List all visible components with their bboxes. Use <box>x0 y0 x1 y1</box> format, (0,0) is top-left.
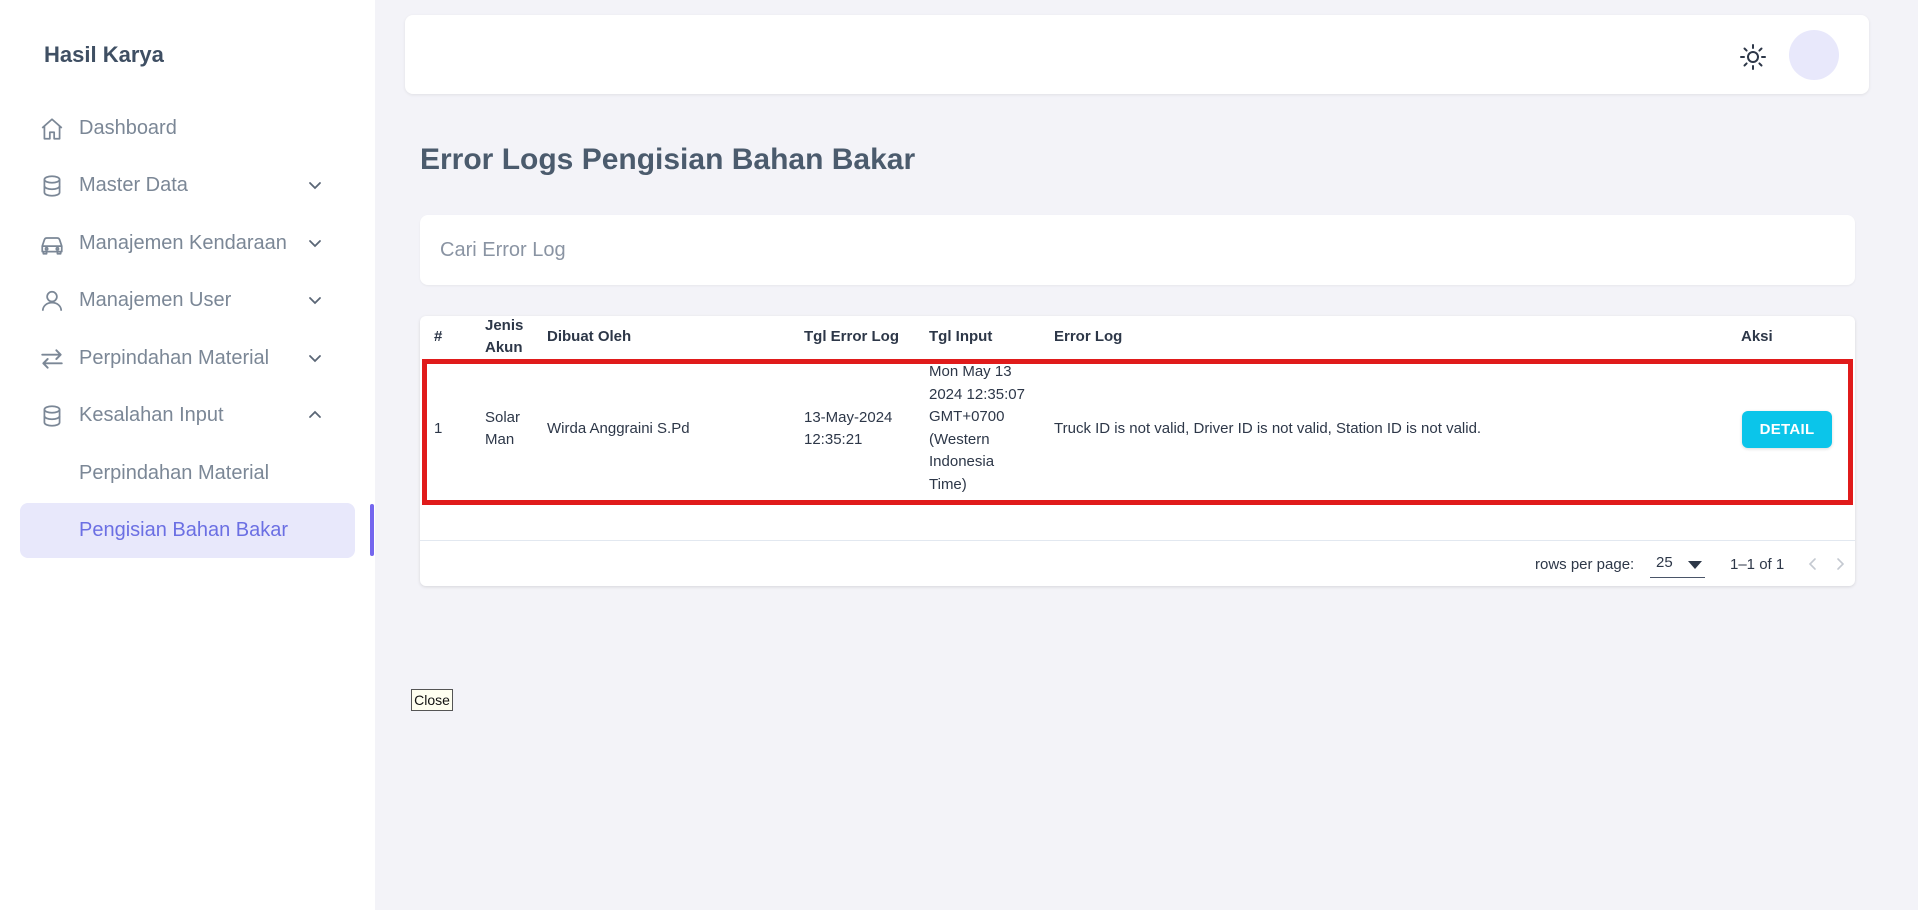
column-header-aksi: Aksi <box>1741 328 1773 345</box>
sidebar-item-label: Manajemen Kendaraan <box>79 231 287 254</box>
sidebar-subitem-perpindahan-material[interactable]: Perpindahan Material <box>20 447 355 499</box>
error-log-table: # Jenis Akun Dibuat Oleh Tgl Error Log T… <box>420 316 1855 586</box>
top-header <box>405 15 1869 94</box>
column-header-no: # <box>434 328 443 345</box>
column-header-dibuat-oleh: Dibuat Oleh <box>547 328 632 345</box>
sidebar-item-kesalahan-input[interactable]: Kesalahan Input <box>20 389 355 441</box>
search-input[interactable] <box>420 215 1855 285</box>
sidebar-item-dashboard[interactable]: Dashboard <box>20 102 355 154</box>
car-icon <box>39 231 65 257</box>
search-box <box>420 215 1855 285</box>
active-indicator <box>370 504 374 556</box>
sidebar-subitem-pengisian-bahan-bakar[interactable]: Pengisian Bahan Bakar <box>20 503 355 558</box>
sidebar-item-label: Master Data <box>79 173 188 196</box>
sidebar-item-manajemen-user[interactable]: Manajemen User <box>20 274 355 326</box>
chevron-down-icon <box>307 235 323 251</box>
avatar[interactable] <box>1789 30 1839 80</box>
scrollbar[interactable] <box>1903 0 1918 910</box>
chevron-down-icon <box>307 292 323 308</box>
page-title: Error Logs Pengisian Bahan Bakar <box>420 143 916 176</box>
database-icon <box>39 173 65 199</box>
column-header-jenis-akun-line1: Jenis <box>485 317 524 334</box>
rows-per-page-select[interactable]: 25 <box>1650 552 1705 578</box>
column-header-jenis-akun-line2: Akun <box>485 339 523 356</box>
chevron-down-icon <box>307 350 323 366</box>
column-header-error-log: Error Log <box>1054 328 1123 345</box>
sidebar-item-master-data[interactable]: Master Data <box>20 159 355 211</box>
sidebar: Hasil Karya Dashboard Master Data Manaje… <box>0 0 375 910</box>
caret-down-icon <box>1688 561 1702 569</box>
pagination-range: 1–1 of 1 <box>1730 556 1785 573</box>
chevron-up-icon <box>307 407 323 423</box>
chevron-left-icon[interactable] <box>1803 554 1823 574</box>
row-highlight-box <box>422 359 1853 505</box>
sidebar-item-label: Manajemen User <box>79 288 232 311</box>
sidebar-item-label: Perpindahan Material <box>79 346 270 369</box>
sidebar-item-manajemen-kendaraan[interactable]: Manajemen Kendaraan <box>20 217 355 269</box>
column-header-tgl-error-log: Tgl Error Log <box>804 328 899 345</box>
chevron-right-icon[interactable] <box>1830 554 1850 574</box>
sidebar-item-label: Kesalahan Input <box>79 403 224 426</box>
table-divider <box>420 540 1855 541</box>
close-button[interactable]: Close <box>411 689 453 711</box>
sun-icon[interactable] <box>1738 42 1768 72</box>
chevron-down-icon <box>307 177 323 193</box>
brand-title: Hasil Karya <box>44 42 164 67</box>
user-icon <box>39 288 65 314</box>
sidebar-item-perpindahan-material[interactable]: Perpindahan Material <box>20 332 355 384</box>
swap-icon <box>39 346 65 372</box>
database-icon <box>39 403 65 429</box>
column-header-tgl-input: Tgl Input <box>929 328 993 345</box>
rows-per-page-label: rows per page: <box>1535 556 1635 573</box>
sidebar-item-label: Perpindahan Material <box>79 461 270 484</box>
home-icon <box>39 116 65 142</box>
rows-per-page-value: 25 <box>1656 554 1673 571</box>
sidebar-item-label: Dashboard <box>79 116 177 139</box>
sidebar-item-label: Pengisian Bahan Bakar <box>79 519 289 541</box>
